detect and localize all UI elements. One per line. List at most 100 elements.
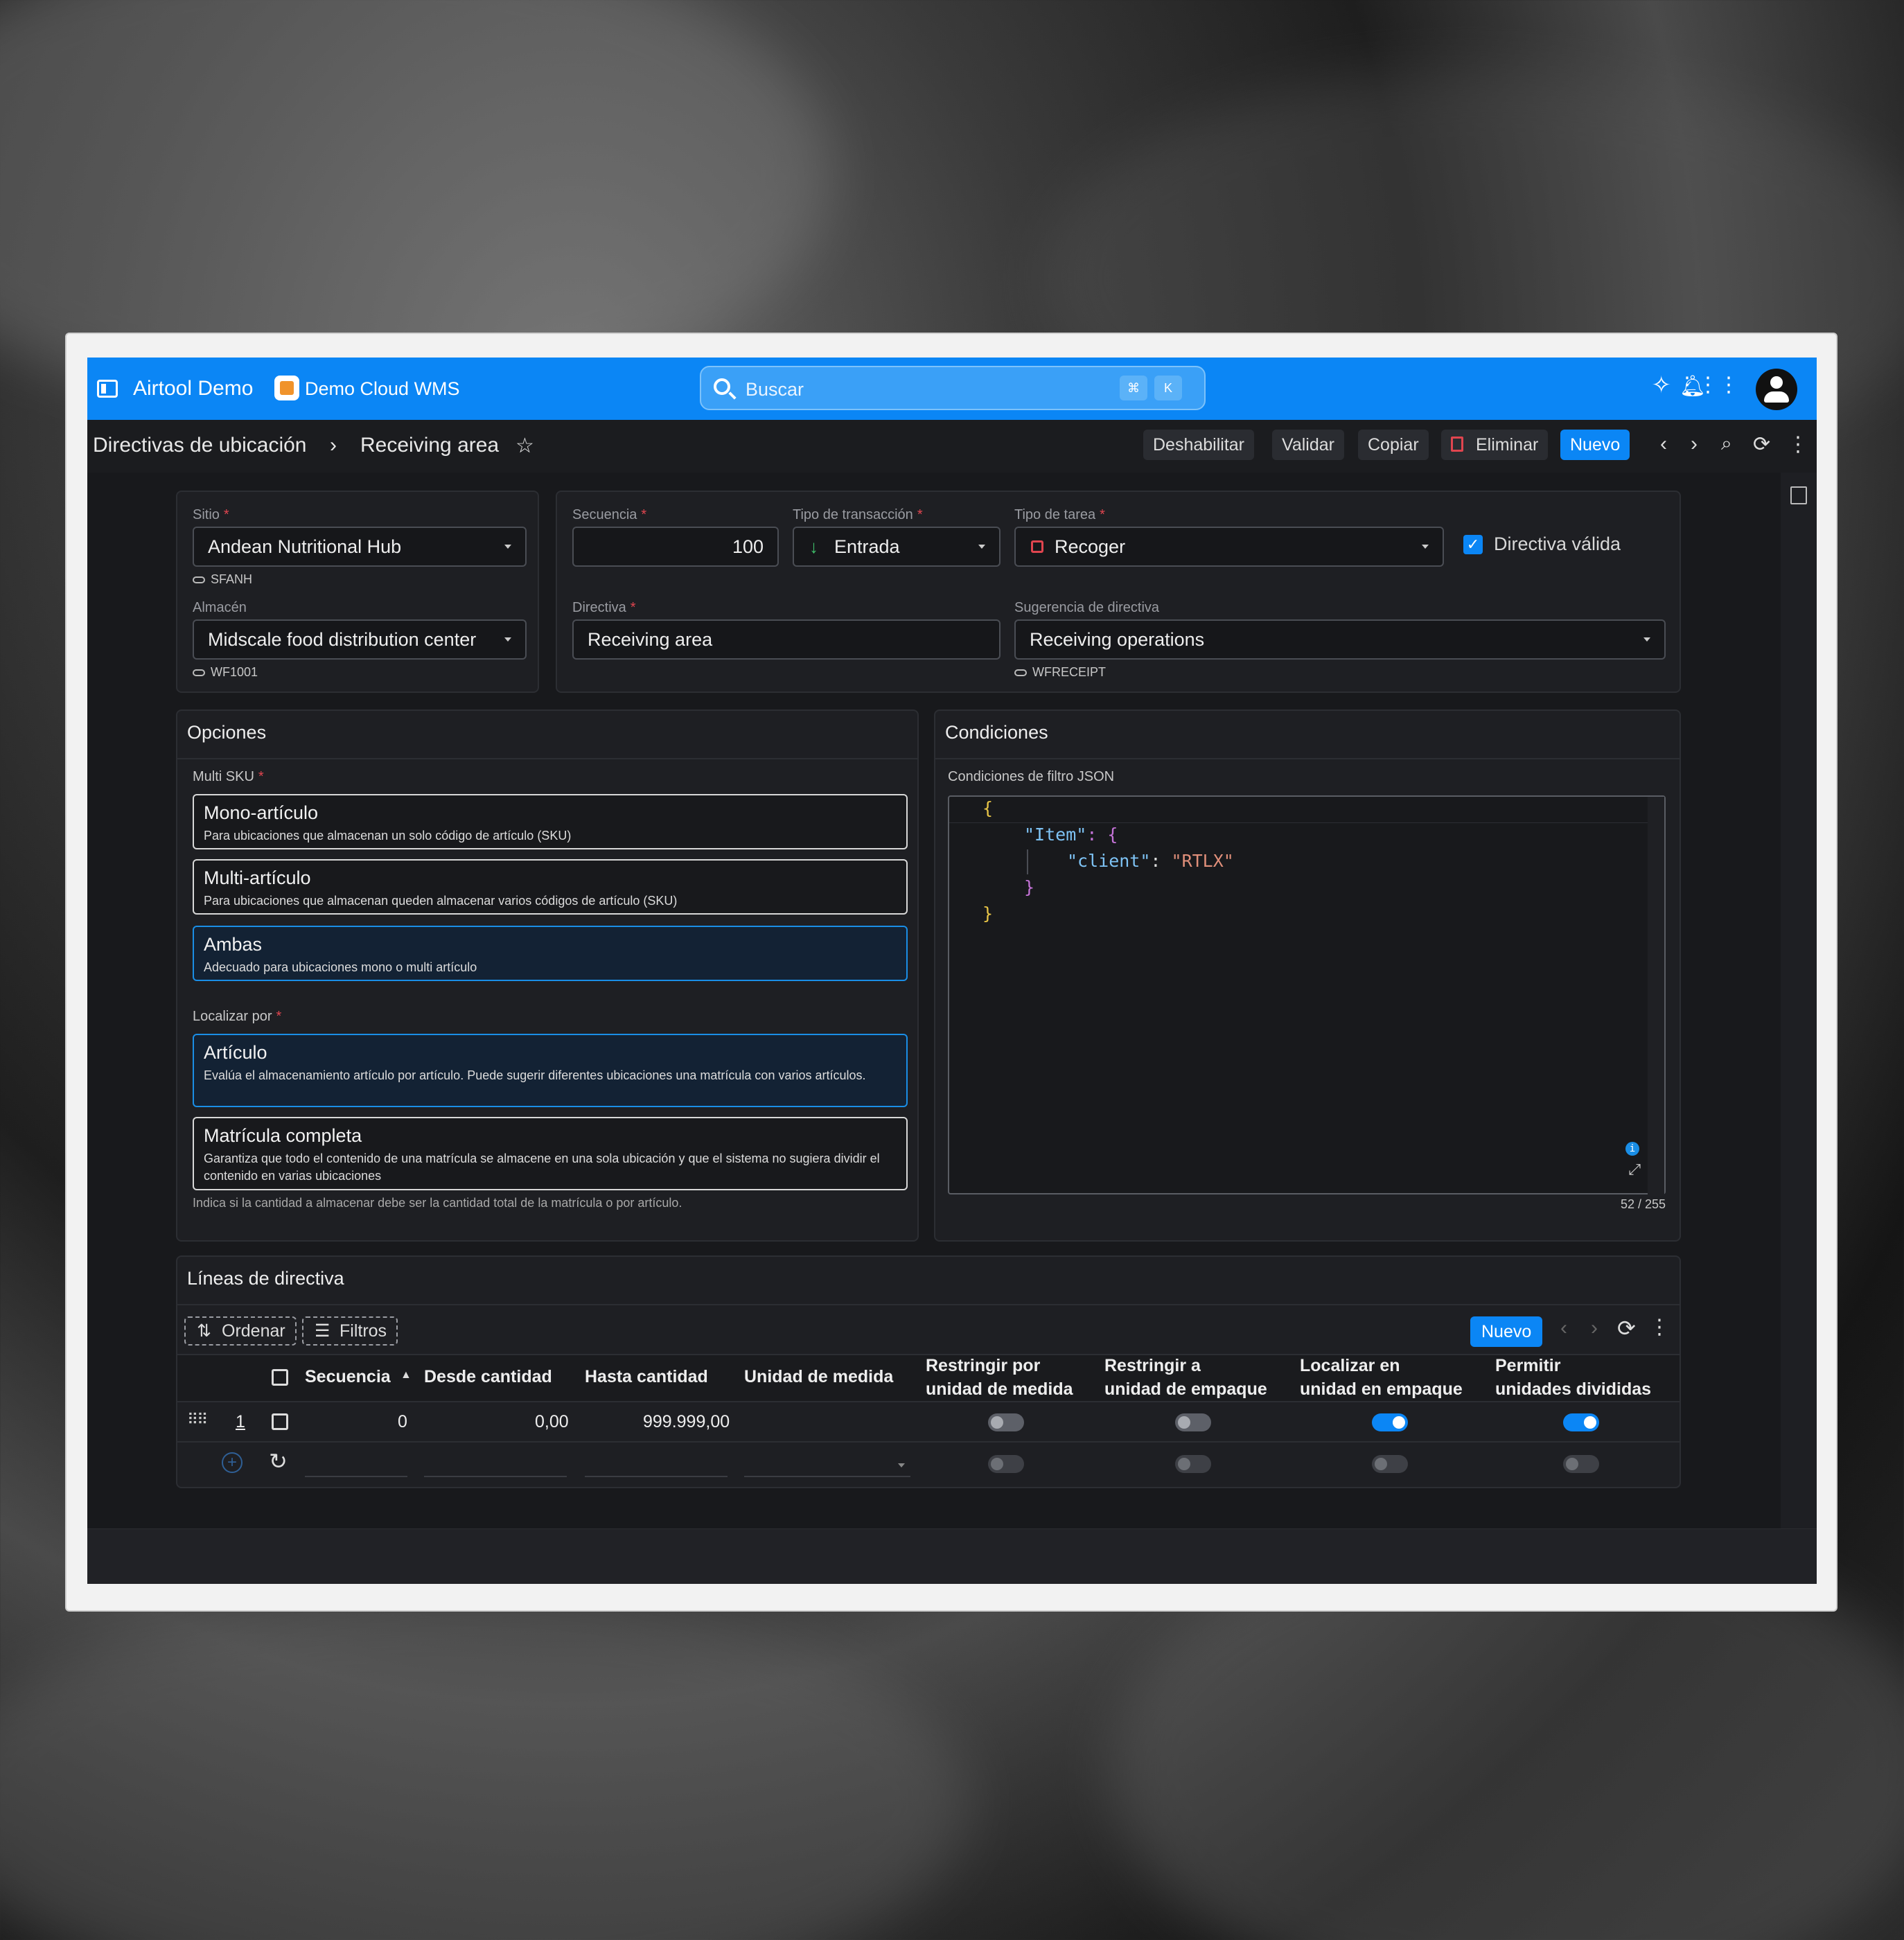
new-allow-split-toggle[interactable] xyxy=(1563,1455,1599,1473)
disable-button[interactable]: Deshabilitar xyxy=(1143,430,1255,460)
site-select[interactable]: Andean Nutritional Hub xyxy=(193,527,527,567)
directive-label: Directiva * xyxy=(572,600,636,615)
module-name[interactable]: Demo Cloud WMS xyxy=(305,378,460,400)
info-icon[interactable]: i xyxy=(1625,1142,1639,1156)
breadcrumb-parent[interactable]: Directivas de ubicación xyxy=(93,434,306,457)
transaction-type-select[interactable]: ↓ Entrada xyxy=(793,527,1001,567)
options-divider xyxy=(177,758,917,759)
conditions-divider xyxy=(935,758,1680,759)
new-restrict-uom-toggle[interactable] xyxy=(988,1455,1024,1473)
code-line: "client": "RTLX" xyxy=(1067,851,1234,871)
multi-sku-label: Multi SKU * xyxy=(193,769,264,784)
valid-directive-checkbox[interactable]: ✓ xyxy=(1463,535,1483,554)
delete-label: Eliminar xyxy=(1476,435,1539,455)
copy-button[interactable]: Copiar xyxy=(1358,430,1429,460)
new-to-qty-input[interactable] xyxy=(585,1476,728,1477)
lines-refresh-icon[interactable]: ⟳ xyxy=(1617,1315,1636,1341)
trash-icon xyxy=(1451,436,1463,452)
row-locate-pack-toggle[interactable] xyxy=(1372,1413,1408,1431)
next-record-icon[interactable]: › xyxy=(1691,432,1698,456)
suggestion-select[interactable]: Receiving operations xyxy=(1014,619,1666,660)
site-code[interactable]: SFANH xyxy=(193,572,252,587)
lines-new-button[interactable]: Nuevo xyxy=(1470,1316,1543,1347)
search-placeholder: Buscar xyxy=(746,379,804,400)
new-locate-pack-toggle[interactable] xyxy=(1372,1455,1408,1473)
sort-button[interactable]: ⇅ Ordenar xyxy=(184,1316,297,1346)
option-mono-item[interactable]: Mono-artículo Para ubicaciones que almac… xyxy=(193,794,908,849)
option-locate-license-plate[interactable]: Matrícula completa Garantiza que todo el… xyxy=(193,1117,908,1190)
warehouse-label: Almacén xyxy=(193,600,247,615)
new-restrict-pack-toggle[interactable] xyxy=(1175,1455,1211,1473)
sparkle-ai-icon[interactable]: ✧ xyxy=(1652,371,1672,399)
option-desc: Evalúa el almacenamiento artículo por ar… xyxy=(204,1068,866,1082)
row-restrict-pack-toggle[interactable] xyxy=(1175,1413,1211,1431)
new-uom-select[interactable] xyxy=(744,1476,910,1477)
row-to-qty[interactable]: 999.999,00 xyxy=(643,1412,730,1432)
main-content: Sitio * Andean Nutritional Hub SFANH Alma… xyxy=(87,473,1781,1528)
shortcut-cmd: ⌘ xyxy=(1120,376,1147,400)
delete-button[interactable]: Eliminar xyxy=(1441,430,1549,460)
code-line: } xyxy=(982,903,994,924)
col-locate-pack[interactable]: Localizar en unidad en empaque xyxy=(1300,1354,1463,1401)
breadcrumb-bar: Directivas de ubicación › Receiving area… xyxy=(87,420,1817,473)
new-from-qty-input[interactable] xyxy=(424,1476,567,1477)
editor-scrollbar[interactable] xyxy=(1648,797,1664,1196)
favorite-star-icon[interactable]: ☆ xyxy=(515,434,534,458)
col-restrict-uom[interactable]: Restringir por unidad de medida xyxy=(926,1354,1073,1401)
add-row-icon[interactable]: + xyxy=(222,1452,243,1473)
json-filter-label: Condiciones de filtro JSON xyxy=(948,769,1115,784)
col-restrict-pack[interactable]: Restringir a unidad de empaque xyxy=(1104,1354,1267,1401)
lines-next-icon[interactable]: › xyxy=(1591,1316,1598,1340)
sidebar-toggle-icon[interactable] xyxy=(97,380,118,398)
arrow-down-in-icon: ↓ xyxy=(809,536,818,557)
reset-row-icon[interactable]: ↻ xyxy=(269,1448,288,1474)
suggestion-label: Sugerencia de directiva xyxy=(1014,600,1160,615)
drag-handle-icon[interactable]: ⠿⠿ xyxy=(187,1411,208,1429)
row-sequence[interactable]: 0 xyxy=(398,1412,407,1432)
task-type-select[interactable]: Recoger xyxy=(1014,527,1444,567)
new-sequence-input[interactable] xyxy=(305,1476,407,1477)
json-editor[interactable]: { "Item": { "client": "RTLX" } } i ⤢ xyxy=(948,795,1666,1196)
lines-prev-icon[interactable]: ‹ xyxy=(1560,1316,1567,1340)
col-from-qty[interactable]: Desde cantidad xyxy=(424,1365,552,1388)
row-checkbox[interactable] xyxy=(272,1413,288,1430)
option-title: Artículo xyxy=(204,1042,267,1063)
col-allow-split[interactable]: Permitir unidades divididas xyxy=(1495,1354,1651,1401)
directive-input[interactable]: Receiving area xyxy=(572,619,1001,660)
more-options-icon[interactable]: ⋮ xyxy=(1788,432,1808,457)
search-record-icon[interactable]: ⌕ xyxy=(1721,432,1732,455)
option-locate-item[interactable]: Artículo Evalúa el almacenamiento artícu… xyxy=(193,1034,908,1107)
apps-grid-icon[interactable]: ⋮⋮⋮ xyxy=(1677,373,1739,397)
sequence-input[interactable]: 100 xyxy=(572,527,779,567)
col-sequence[interactable]: Secuencia xyxy=(305,1365,391,1388)
col-uom[interactable]: Unidad de medida xyxy=(744,1365,893,1388)
user-avatar[interactable] xyxy=(1756,369,1797,410)
chevron-down-icon xyxy=(898,1463,905,1467)
footer-bar xyxy=(87,1528,1817,1584)
chevron-down-icon xyxy=(1422,545,1429,549)
sort-asc-icon[interactable]: ▲ xyxy=(400,1369,412,1382)
refresh-icon[interactable]: ⟳ xyxy=(1753,432,1770,457)
suggestion-code[interactable]: WFRECEIPT xyxy=(1014,665,1106,680)
expand-icon[interactable]: ⤢ xyxy=(1628,1161,1641,1179)
option-both[interactable]: Ambas Adecuado para ubicaciones mono o m… xyxy=(193,926,908,981)
validate-button[interactable]: Validar xyxy=(1272,430,1344,460)
row-restrict-uom-toggle[interactable] xyxy=(988,1413,1024,1431)
option-desc: Para ubicaciones que almacenan queden al… xyxy=(204,894,678,908)
option-multi-item[interactable]: Multi-artículo Para ubicaciones que alma… xyxy=(193,859,908,915)
prev-record-icon[interactable]: ‹ xyxy=(1660,432,1667,456)
details-panel-icon[interactable] xyxy=(1790,486,1807,504)
filters-button[interactable]: ☰ Filtros xyxy=(302,1316,398,1346)
new-button[interactable]: Nuevo xyxy=(1560,430,1630,460)
row-index[interactable]: 1 xyxy=(236,1412,245,1432)
lines-more-icon[interactable]: ⋮ xyxy=(1649,1315,1670,1339)
option-desc: Garantiza que todo el contenido de una m… xyxy=(204,1152,880,1183)
app-name[interactable]: Airtool Demo xyxy=(133,377,253,400)
col-to-qty[interactable]: Hasta cantidad xyxy=(585,1365,708,1388)
search-bar[interactable]: Buscar ⌘ K xyxy=(700,366,1206,410)
warehouse-code[interactable]: WF1001 xyxy=(193,665,258,680)
row-allow-split-toggle[interactable] xyxy=(1563,1413,1599,1431)
row-from-qty[interactable]: 0,00 xyxy=(535,1412,569,1432)
warehouse-select[interactable]: Midscale food distribution center xyxy=(193,619,527,660)
select-all-checkbox[interactable] xyxy=(272,1369,288,1386)
